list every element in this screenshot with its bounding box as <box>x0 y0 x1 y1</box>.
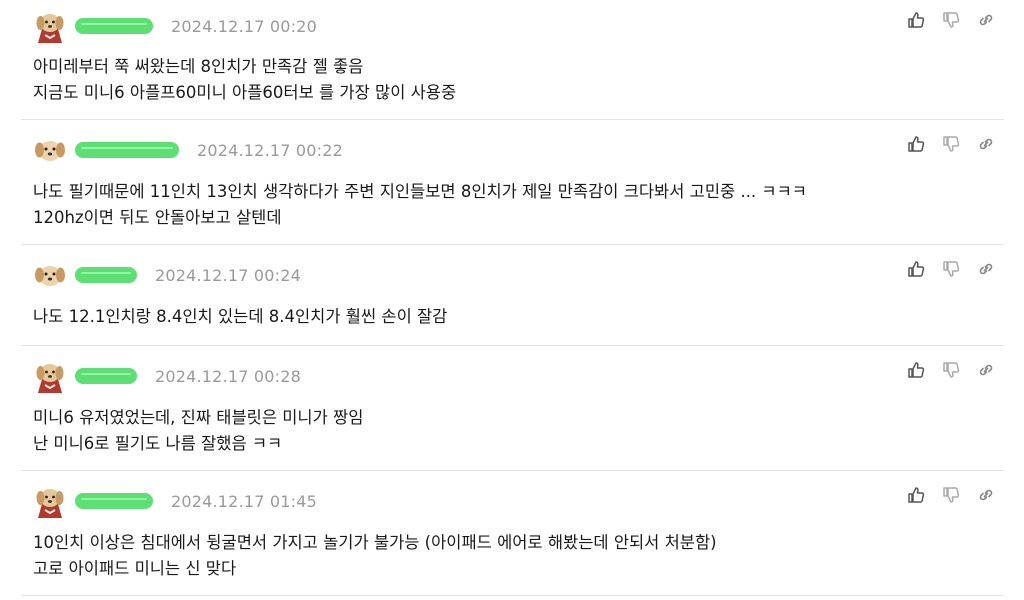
thumbs-down-icon[interactable] <box>941 10 961 30</box>
avatar[interactable] <box>33 133 67 167</box>
comment-line: 고로 아이패드 미니는 신 맞다 <box>33 559 237 578</box>
comment-item: 2024.12.17 00:24 나도 12.1인치랑 8.4인치 있는데 8.… <box>21 245 1004 346</box>
comment-body: 나도 필기때문에 11인치 13인치 생각하다가 주변 지인들보면 8인치가 제… <box>33 179 807 231</box>
link-icon[interactable] <box>976 134 996 154</box>
comment-actions <box>906 259 996 279</box>
thumbs-down-icon[interactable] <box>941 360 961 380</box>
link-icon[interactable] <box>976 485 996 505</box>
comment-actions <box>906 134 996 154</box>
avatar[interactable] <box>33 484 67 518</box>
comment-item: 2024.12.17 00:28 미니6 유저였었는데, 진짜 태블릿은 미니가… <box>21 346 1004 471</box>
comment-item: 2024.12.17 00:20 아미레부터 쭉 써왔는데 8인치가 만족감 젤… <box>21 0 1004 120</box>
comment-line: 미니6 유저였었는데, 진짜 태블릿은 미니가 짱임 <box>33 408 364 427</box>
comment-line: 아미레부터 쭉 써왔는데 8인치가 만족감 젤 좋음 <box>33 57 364 76</box>
avatar[interactable] <box>33 9 67 43</box>
comment-actions <box>906 485 996 505</box>
nickname-redacted[interactable] <box>75 493 153 509</box>
comment-date: 2024.12.17 00:24 <box>155 265 302 285</box>
avatar[interactable] <box>33 258 67 292</box>
comment-actions <box>906 360 996 380</box>
comment-line: 나도 12.1인치랑 8.4인치 있는데 8.4인치가 훨씬 손이 잘감 <box>33 307 448 326</box>
comment-date: 2024.12.17 00:20 <box>171 16 318 36</box>
comment-line: 120hz이면 뒤도 안돌아보고 살텐데 <box>33 208 282 227</box>
comment-meta: 2024.12.17 00:24 <box>33 257 301 293</box>
thumbs-down-icon[interactable] <box>941 134 961 154</box>
comment-body: 아미레부터 쭉 써왔는데 8인치가 만족감 젤 좋음 지금도 미니6 아플프60… <box>33 54 456 106</box>
comment-item: 2024.12.17 00:22 나도 필기때문에 11인치 13인치 생각하다… <box>21 120 1004 245</box>
thumbs-up-icon[interactable] <box>906 485 926 505</box>
comment-body: 나도 12.1인치랑 8.4인치 있는데 8.4인치가 훨씬 손이 잘감 <box>33 304 447 330</box>
comment-date: 2024.12.17 00:28 <box>155 366 302 386</box>
thumbs-up-icon[interactable] <box>906 10 926 30</box>
link-icon[interactable] <box>976 360 996 380</box>
comment-meta: 2024.12.17 01:45 <box>33 483 317 519</box>
nickname-redacted[interactable] <box>75 267 137 283</box>
comment-body: 미니6 유저였었는데, 진짜 태블릿은 미니가 짱임 난 미니6로 필기도 나름… <box>33 405 363 457</box>
comment-line: 나도 필기때문에 11인치 13인치 생각하다가 주변 지인들보면 8인치가 제… <box>33 182 807 201</box>
comment-line: 10인치 이상은 침대에서 뒹굴면서 가지고 놀기가 불가능 (아이패드 에어로… <box>33 533 717 552</box>
thumbs-up-icon[interactable] <box>906 134 926 154</box>
comment-meta: 2024.12.17 00:28 <box>33 358 301 394</box>
comment-date: 2024.12.17 01:45 <box>171 491 318 511</box>
link-icon[interactable] <box>976 10 996 30</box>
comment-line: 지금도 미니6 아플프60미니 아플60터보 를 가장 많이 사용중 <box>33 83 457 102</box>
nickname-redacted[interactable] <box>75 18 153 34</box>
comment-date: 2024.12.17 00:22 <box>197 140 344 160</box>
nickname-redacted[interactable] <box>75 368 137 384</box>
thumbs-up-icon[interactable] <box>906 360 926 380</box>
comment-meta: 2024.12.17 00:22 <box>33 132 343 168</box>
comment-body: 10인치 이상은 침대에서 뒹굴면서 가지고 놀기가 불가능 (아이패드 에어로… <box>33 530 717 582</box>
thumbs-down-icon[interactable] <box>941 485 961 505</box>
comment-list: 2024.12.17 00:20 아미레부터 쭉 써왔는데 8인치가 만족감 젤… <box>21 0 1004 596</box>
link-icon[interactable] <box>976 259 996 279</box>
thumbs-up-icon[interactable] <box>906 259 926 279</box>
nickname-redacted[interactable] <box>75 142 179 158</box>
comment-meta: 2024.12.17 00:20 <box>33 8 317 44</box>
thumbs-down-icon[interactable] <box>941 259 961 279</box>
comment-actions <box>906 10 996 30</box>
comment-line: 난 미니6로 필기도 나름 잘했음 ㅋㅋ <box>33 434 283 453</box>
comment-item: 2024.12.17 01:45 10인치 이상은 침대에서 뒹굴면서 가지고 … <box>21 471 1004 596</box>
avatar[interactable] <box>33 359 67 393</box>
